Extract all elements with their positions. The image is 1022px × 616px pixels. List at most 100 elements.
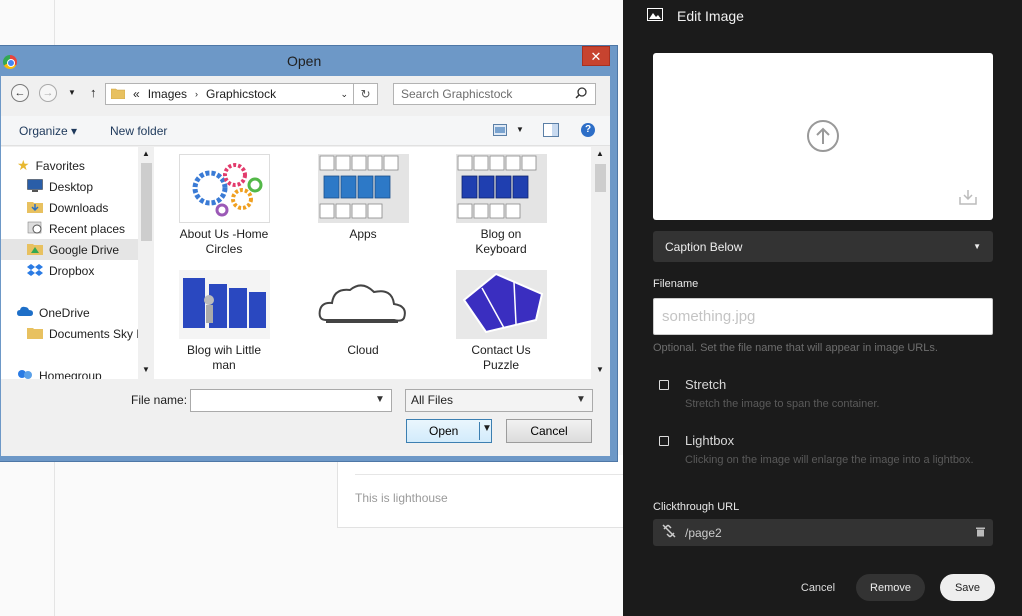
file-name-line2: Circles [205,242,243,256]
file-list-scrollbar[interactable]: ▲ ▼ [592,147,609,379]
organize-menu[interactable]: Organize ▾ [19,124,77,138]
scroll-thumb[interactable] [141,163,152,241]
stretch-description: Stretch the image to span the container. [685,398,880,410]
up-arrow-icon[interactable]: ↑ [90,85,97,100]
change-view-icon[interactable] [493,124,507,139]
file-name-line1: Blog on [480,227,522,241]
file-item[interactable]: Blog wih Little man [169,270,279,373]
nav-item-downloads[interactable]: Downloads [27,197,153,218]
address-dropdown-icon[interactable]: ⌄ [340,89,348,100]
forward-arrow-icon: → [42,87,54,99]
upload-arrow-icon[interactable] [806,119,840,156]
desktop-icon [27,178,43,195]
nav-item-label: Documents Sky D [49,326,146,341]
file-item[interactable]: Contact Us Puzzle [446,270,556,373]
unlink-icon [661,524,677,541]
command-bar: Organize ▾ New folder ▼ ? [1,116,610,146]
back-arrow-icon: ← [14,87,26,99]
file-thumbnail [178,154,270,223]
cloud-icon [17,306,33,320]
refresh-button[interactable]: ↻ [354,83,378,105]
new-folder-button[interactable]: New folder [110,124,167,138]
file-item[interactable]: About Us -Home Circles [169,154,279,257]
file-item[interactable]: Cloud [308,270,418,358]
file-type-dropdown-icon[interactable]: ▼ [576,394,586,405]
help-icon[interactable]: ? [581,123,595,137]
preview-pane-icon[interactable] [543,123,559,140]
open-dropdown-icon[interactable]: ▼ [482,423,492,434]
nav-item-recent-places[interactable]: Recent places [27,218,153,239]
scroll-down-icon[interactable]: ▼ [142,365,150,374]
nav-item-favorites[interactable]: ★ Favorites [17,155,153,176]
star-icon: ★ [17,157,30,173]
caret-down-icon: ▼ [973,242,981,251]
file-name-line2: Keyboard [475,242,527,256]
nav-item-label: Recent places [49,221,126,236]
file-name-line1: About Us -Home [179,227,269,241]
lightbox-description: Clicking on the image will enlarge the i… [685,454,974,466]
file-type-select[interactable]: All Files [405,389,593,412]
scroll-up-icon[interactable]: ▲ [142,149,150,158]
nav-item-desktop[interactable]: Desktop [27,176,153,197]
nav-item-onedrive[interactable]: OneDrive [17,302,153,323]
stretch-label: Stretch [685,377,727,392]
back-button[interactable]: ← [11,84,29,102]
nav-item-homegroup[interactable]: Homegroup [17,365,153,379]
nav-item-label: Google Drive [49,242,120,257]
navigation-scrollbar[interactable]: ▲ ▼ [138,147,155,379]
cancel-button[interactable]: Cancel [793,574,843,601]
folder-icon [110,87,126,102]
downloads-folder-icon [27,200,43,216]
trash-icon[interactable] [976,526,985,540]
close-button[interactable]: ✕ [582,46,610,66]
file-name-line2: Puzzle [482,358,520,372]
image-dropzone[interactable] [653,53,993,220]
caption-position-select[interactable]: Caption Below ▼ [653,231,993,262]
forward-button[interactable]: → [39,84,57,102]
nav-item-label: Dropbox [49,263,95,278]
file-name-line2: man [212,358,236,372]
file-item[interactable]: Apps [308,154,418,242]
search-input[interactable] [393,83,596,105]
scroll-down-icon[interactable]: ▼ [596,365,604,374]
background-image-caption: This is lighthouse [355,491,448,505]
scroll-up-icon[interactable]: ▲ [596,149,604,158]
file-name-dropdown-icon[interactable]: ▼ [375,394,385,405]
file-thumbnail [455,154,547,223]
file-thumbnail [455,270,547,339]
open-file-dialog: Open ✕ ← → ▼ ↑ « Images › Graphicstock ⌄… [0,45,618,462]
refresh-icon: ↻ [360,87,371,101]
file-item[interactable]: Blog on Keyboard [446,154,556,257]
breadcrumb-images[interactable]: Images [148,87,187,101]
breadcrumb-graphicstock[interactable]: Graphicstock [206,87,276,101]
stretch-checkbox[interactable] [659,380,669,390]
view-options-chevron-icon[interactable]: ▼ [516,125,524,134]
nav-item-documents-skydrive[interactable]: Documents Sky D [27,323,153,344]
clickthrough-url-value[interactable]: /page2 [685,526,968,540]
search-icon[interactable] [575,87,587,102]
scroll-thumb[interactable] [595,164,606,192]
clickthrough-url-label: Clickthrough URL [653,501,740,513]
nav-item-google-drive[interactable]: Google Drive [1,239,153,260]
download-icon[interactable] [959,189,977,208]
address-bar[interactable]: « Images › Graphicstock ⌄ [105,83,354,105]
dialog-title: Open [287,53,322,69]
open-button-split [479,422,480,440]
filename-input[interactable] [653,298,993,335]
recent-locations-chevron-icon[interactable]: ▼ [68,88,76,97]
save-button[interactable]: Save [940,574,995,601]
clickthrough-url-field[interactable]: /page2 [653,519,993,546]
file-thumbnail [317,270,409,339]
filename-hint: Optional. Set the file name that will ap… [653,342,938,354]
nav-item-dropbox[interactable]: Dropbox [27,260,153,281]
file-thumbnail [317,154,409,223]
lightbox-checkbox[interactable] [659,436,669,446]
panel-header: Edit Image [647,8,744,24]
nav-item-label: Downloads [49,200,109,215]
dialog-cancel-button[interactable]: Cancel [506,419,592,443]
caption-select-value: Caption Below [665,239,743,254]
file-name-input[interactable] [190,389,392,412]
remove-button[interactable]: Remove [856,574,925,601]
navigation-pane: ★ Favorites Desktop Downloads Recent pla… [1,147,153,379]
documents-folder-icon [27,326,43,342]
